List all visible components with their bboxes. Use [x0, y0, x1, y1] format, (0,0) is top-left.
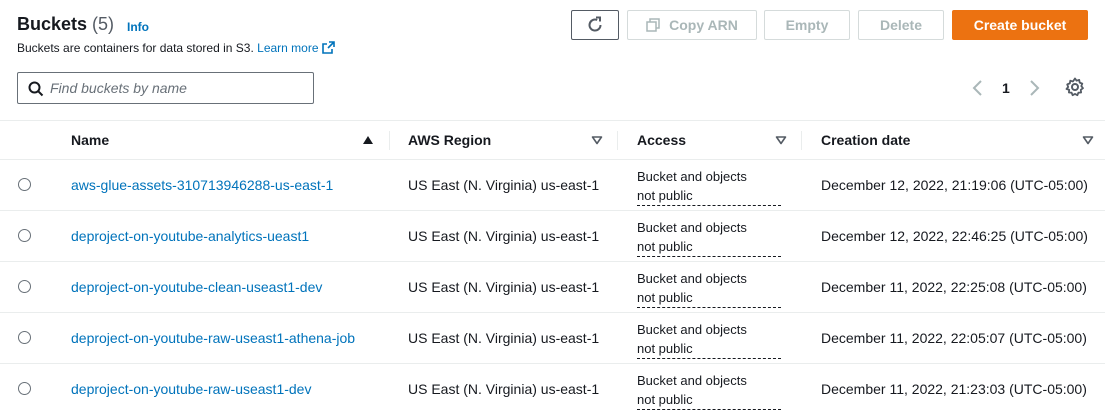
row-select-radio[interactable] — [18, 229, 31, 242]
preferences-button[interactable] — [1064, 77, 1086, 97]
empty-button[interactable]: Empty — [764, 10, 850, 40]
bucket-access[interactable]: Bucket and objects not public — [637, 218, 781, 257]
access-line-2: not public — [637, 187, 781, 206]
bucket-creation-date: December 11, 2022, 22:05:07 (UTC-05:00) — [821, 330, 1087, 346]
table-row[interactable]: deproject-on-youtube-raw-useast1-athena-… — [0, 313, 1105, 364]
external-link-icon — [321, 41, 335, 54]
bucket-region: US East (N. Virginia) us-east-1 — [408, 177, 600, 193]
bucket-creation-date: December 11, 2022, 22:25:08 (UTC-05:00) — [821, 279, 1087, 295]
search-input[interactable] — [50, 78, 305, 98]
access-line-1: Bucket and objects — [637, 220, 747, 235]
access-line-1: Bucket and objects — [637, 322, 747, 337]
refresh-icon — [588, 16, 602, 32]
description-text: Buckets are containers for data stored i… — [17, 41, 254, 55]
column-header-created[interactable]: Creation date — [821, 121, 910, 159]
gear-icon — [1065, 77, 1084, 97]
row-select-radio[interactable] — [18, 331, 31, 344]
access-line-2: not public — [637, 238, 781, 257]
bucket-region: US East (N. Virginia) us-east-1 — [408, 330, 600, 346]
search-icon — [28, 81, 44, 97]
page-description: Buckets are containers for data stored i… — [17, 41, 335, 55]
bucket-creation-date: December 12, 2022, 22:46:25 (UTC-05:00) — [821, 228, 1088, 244]
bucket-creation-date: December 12, 2022, 21:19:06 (UTC-05:00) — [821, 177, 1088, 193]
table-row[interactable]: deproject-on-youtube-clean-useast1-dev U… — [0, 262, 1105, 313]
sort-ascending-icon[interactable] — [362, 135, 374, 145]
copy-icon — [646, 18, 660, 32]
bucket-name-link[interactable]: deproject-on-youtube-clean-useast1-dev — [71, 279, 322, 295]
page-title: Buckets (5) — [17, 14, 114, 35]
title-text: Buckets — [17, 14, 88, 34]
bucket-region: US East (N. Virginia) us-east-1 — [408, 381, 600, 397]
previous-page-button[interactable] — [970, 78, 986, 98]
row-select-radio[interactable] — [18, 280, 31, 293]
access-line-2: not public — [637, 289, 781, 308]
current-page-number[interactable]: 1 — [1002, 78, 1010, 98]
chevron-right-icon — [1030, 80, 1040, 96]
column-header-name[interactable]: Name — [71, 121, 109, 159]
bucket-name-link[interactable]: deproject-on-youtube-raw-useast1-athena-… — [71, 330, 355, 346]
learn-more-label: Learn more — [257, 41, 319, 55]
sort-icon[interactable] — [1082, 135, 1094, 145]
table-row[interactable]: deproject-on-youtube-analytics-ueast1 US… — [0, 211, 1105, 262]
table-row[interactable]: aws-glue-assets-310713946288-us-east-1 U… — [0, 160, 1105, 211]
bucket-access[interactable]: Bucket and objects not public — [637, 167, 781, 206]
access-line-2: not public — [637, 391, 781, 410]
copy-arn-label: Copy ARN — [669, 17, 738, 33]
next-page-button[interactable] — [1026, 78, 1042, 98]
bucket-count: (5) — [92, 14, 115, 34]
bucket-name-link[interactable]: deproject-on-youtube-raw-useast1-dev — [71, 381, 311, 397]
table-header: Name AWS Region Access Creation date — [0, 120, 1105, 160]
chevron-left-icon — [972, 80, 982, 96]
access-line-1: Bucket and objects — [637, 373, 747, 388]
buckets-header: Buckets (5) Info Buckets are containers … — [0, 0, 1105, 120]
sort-icon[interactable] — [775, 135, 787, 145]
bucket-region: US East (N. Virginia) us-east-1 — [408, 228, 600, 244]
delete-button[interactable]: Delete — [858, 10, 944, 40]
row-select-radio[interactable] — [18, 178, 31, 191]
sort-icon[interactable] — [591, 135, 603, 145]
bucket-access[interactable]: Bucket and objects not public — [637, 269, 781, 308]
access-line-2: not public — [637, 340, 781, 359]
learn-more-link[interactable]: Learn more — [257, 41, 335, 55]
table-row[interactable]: deproject-on-youtube-raw-useast1-dev US … — [0, 364, 1105, 412]
column-divider[interactable] — [617, 131, 618, 150]
copy-arn-button[interactable]: Copy ARN — [627, 10, 757, 40]
refresh-button[interactable] — [571, 10, 619, 40]
access-line-1: Bucket and objects — [637, 271, 747, 286]
column-header-region[interactable]: AWS Region — [408, 121, 491, 159]
column-divider[interactable] — [389, 131, 390, 150]
bucket-region: US East (N. Virginia) us-east-1 — [408, 279, 600, 295]
search-box — [17, 72, 314, 104]
bucket-access[interactable]: Bucket and objects not public — [637, 371, 781, 410]
create-bucket-button[interactable]: Create bucket — [952, 10, 1088, 40]
bucket-name-link[interactable]: deproject-on-youtube-analytics-ueast1 — [71, 228, 309, 244]
column-divider[interactable] — [801, 131, 802, 150]
row-select-radio[interactable] — [18, 382, 31, 395]
access-line-1: Bucket and objects — [637, 169, 747, 184]
bucket-access[interactable]: Bucket and objects not public — [637, 320, 781, 359]
bucket-name-link[interactable]: aws-glue-assets-310713946288-us-east-1 — [71, 177, 333, 193]
info-link[interactable]: Info — [127, 20, 149, 34]
bucket-creation-date: December 11, 2022, 21:23:03 (UTC-05:00) — [821, 381, 1087, 397]
column-header-access[interactable]: Access — [637, 121, 686, 159]
